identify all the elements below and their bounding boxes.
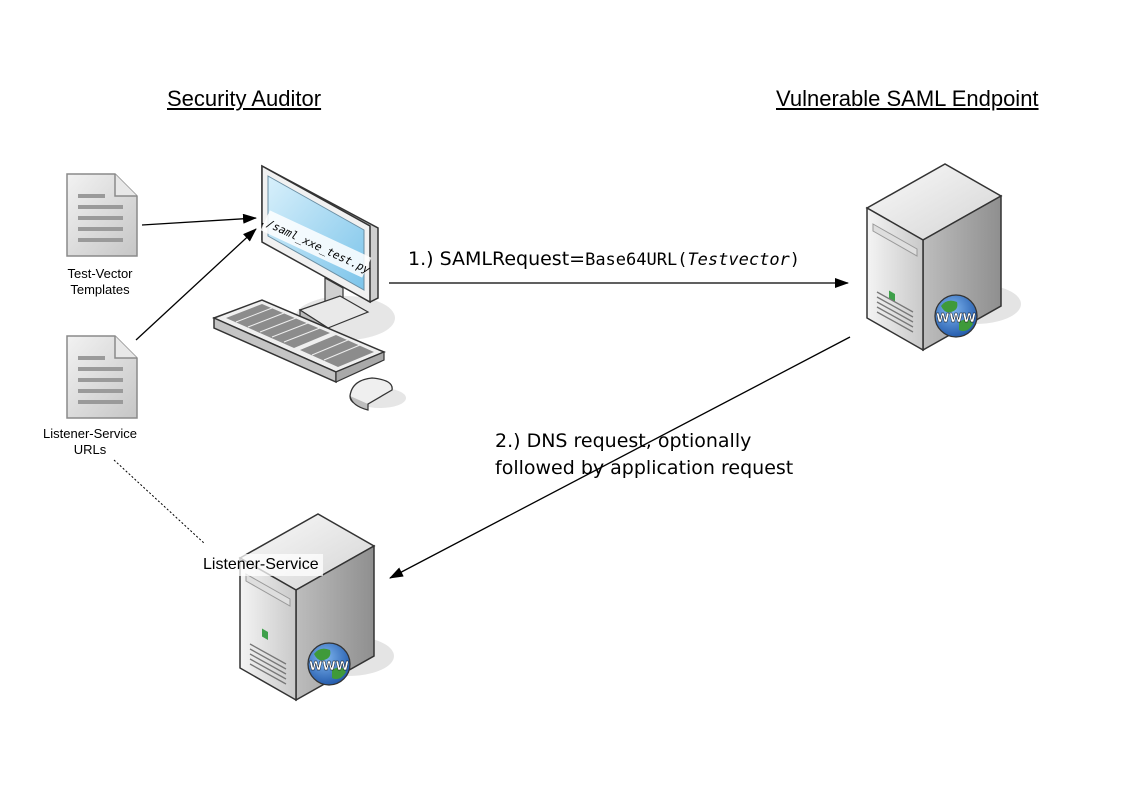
templates-caption: Test-Vector Templates (44, 266, 156, 298)
globe-icon: WWW (934, 294, 978, 338)
www-badge: WWW (309, 659, 349, 673)
step2-line1: 2.) DNS request, optionally (495, 430, 752, 452)
listener-urls-caption-line2: URLs (73, 442, 107, 457)
templates-caption-line1: Test-Vector (67, 266, 133, 281)
templates-caption-line2: Templates (70, 282, 130, 297)
security-auditor-header: Security Auditor (167, 86, 322, 111)
urls-to-listener-dotted-line (113, 459, 206, 545)
listener-service-label: Listener-Service (199, 554, 323, 576)
step1-label: 1.) SAMLRequest=Base64URL(Testvector) (408, 248, 800, 270)
step1-prefix: 1.) SAMLRequest= (408, 248, 586, 270)
listener-urls-caption: Listener-Service URLs (30, 426, 150, 458)
saml-endpoint-server-icon: WWW (865, 163, 1021, 352)
step1-arg: Testvector (687, 250, 790, 270)
diagram-canvas: ./saml_xxe_test.py WWW WWW (66, 163, 1021, 702)
test-vector-templates-doc-icon (66, 173, 138, 257)
templates-to-workstation-arrow (141, 213, 257, 226)
www-badge: WWW (936, 311, 976, 325)
listener-urls-doc-icon (66, 335, 138, 419)
workstation-icon (212, 164, 406, 411)
step1-suffix: ) (789, 250, 801, 270)
step2-label: 2.) DNS request, optionally followed by … (495, 428, 793, 482)
step2-line2: followed by application request (495, 457, 794, 479)
listener-service-server-icon: WWW (238, 513, 394, 702)
listener-urls-caption-line1: Listener-Service (43, 426, 137, 441)
saml-endpoint-header: Vulnerable SAML Endpoint (776, 86, 1039, 111)
step1-func: Base64URL( (585, 250, 688, 270)
globe-icon: WWW (307, 642, 351, 686)
